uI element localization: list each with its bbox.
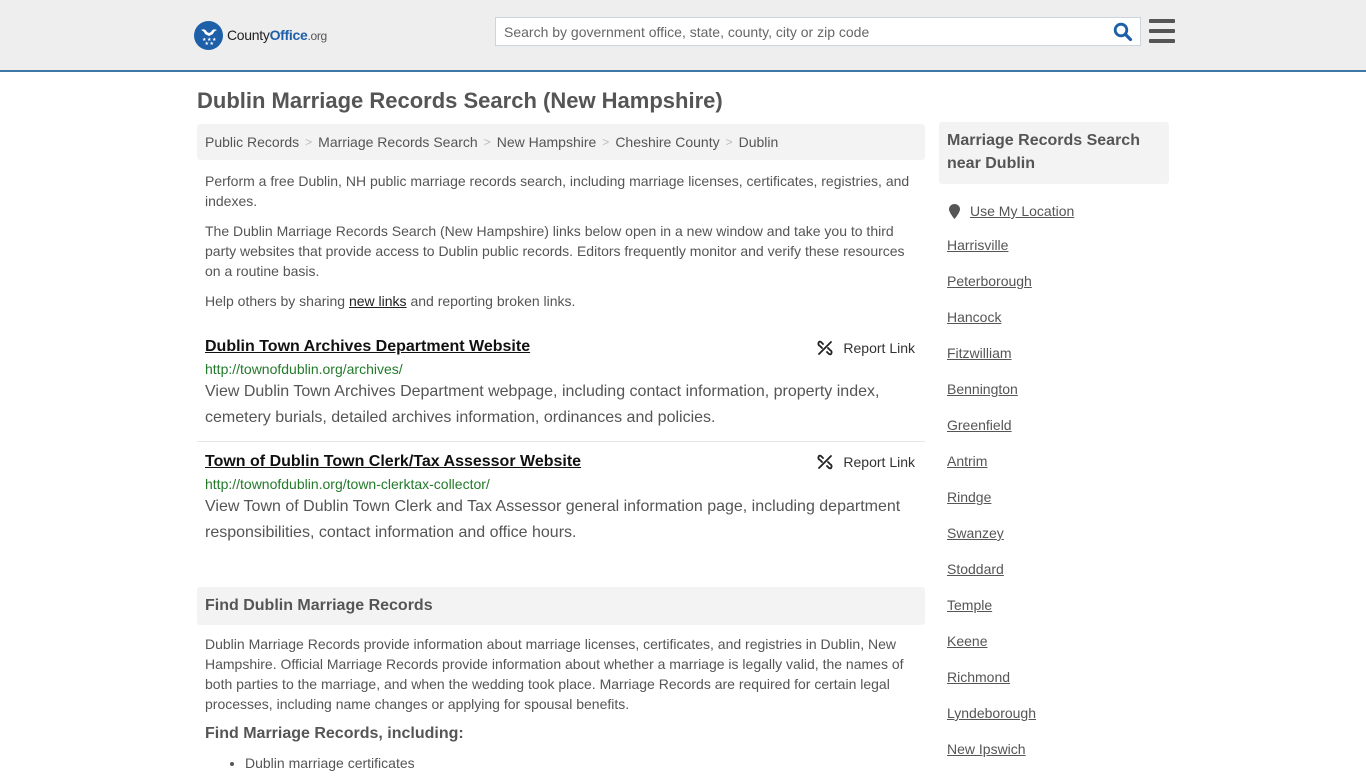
nearby-city-link[interactable]: Lyndeborough bbox=[947, 705, 1169, 741]
listing-url[interactable]: http://townofdublin.org/archives/ bbox=[205, 361, 917, 378]
listing-item: Dublin Town Archives Department Website … bbox=[197, 331, 925, 442]
broken-link-icon bbox=[817, 454, 833, 470]
site-search bbox=[495, 17, 1141, 46]
intro-text: Perform a free Dublin, NH public marriag… bbox=[197, 171, 925, 311]
map-pin-icon bbox=[949, 203, 960, 219]
breadcrumb-separator: > bbox=[602, 135, 610, 149]
nearby-city-link[interactable]: Fitzwilliam bbox=[947, 345, 1169, 381]
nearby-city-link[interactable]: Rindge bbox=[947, 489, 1169, 525]
breadcrumb-separator: > bbox=[305, 135, 313, 149]
nearby-city-link[interactable]: Stoddard bbox=[947, 561, 1169, 597]
sidebar-heading: Marriage Records Search near Dublin bbox=[939, 122, 1169, 184]
breadcrumb-public-records[interactable]: Public Records bbox=[205, 134, 299, 150]
use-location-row: Use My Location bbox=[939, 203, 1169, 219]
listing-description: View Dublin Town Archives Department web… bbox=[205, 383, 880, 426]
breadcrumb-separator: > bbox=[725, 135, 733, 149]
nearby-city-link[interactable]: Greenfield bbox=[947, 417, 1169, 453]
new-links-link[interactable]: new links bbox=[349, 293, 407, 309]
nearby-city-link[interactable]: Swanzey bbox=[947, 525, 1169, 561]
listing-description: View Town of Dublin Town Clerk and Tax A… bbox=[205, 498, 901, 541]
nearby-cities-list: Harrisville Peterborough Hancock Fitzwil… bbox=[939, 237, 1169, 777]
eagle-stars-logo-icon: ★ ★ ★ ★ ★ bbox=[194, 20, 223, 50]
hamburger-menu-icon[interactable] bbox=[1149, 19, 1175, 43]
intro-paragraph: Perform a free Dublin, NH public marriag… bbox=[205, 173, 910, 209]
nearby-city-link[interactable]: New Ipswich bbox=[947, 741, 1169, 777]
report-link-button[interactable]: Report Link bbox=[817, 340, 915, 356]
breadcrumb-dublin[interactable]: Dublin bbox=[739, 134, 779, 150]
nearby-city-link[interactable]: Harrisville bbox=[947, 237, 1169, 273]
listing-url[interactable]: http://townofdublin.org/town-clerktax-co… bbox=[205, 476, 917, 493]
search-button[interactable] bbox=[1106, 18, 1140, 45]
nearby-city-link[interactable]: Richmond bbox=[947, 669, 1169, 705]
sidebar: Marriage Records Search near Dublin Use … bbox=[939, 122, 1169, 777]
breadcrumb-new-hampshire[interactable]: New Hampshire bbox=[497, 134, 597, 150]
search-input[interactable] bbox=[496, 18, 1106, 45]
find-records-subheading: Find Marriage Records, including: bbox=[205, 725, 464, 742]
svg-text:★: ★ bbox=[209, 41, 214, 46]
report-link-button[interactable]: Report Link bbox=[817, 454, 915, 470]
nearby-city-link[interactable]: Antrim bbox=[947, 453, 1169, 489]
listing-item: Town of Dublin Town Clerk/Tax Assessor W… bbox=[197, 442, 925, 546]
find-records-heading: Find Dublin Marriage Records bbox=[197, 587, 925, 625]
breadcrumb: Public Records > Marriage Records Search… bbox=[197, 124, 925, 160]
main-content: Public Records > Marriage Records Search… bbox=[197, 124, 925, 773]
nearby-city-link[interactable]: Hancock bbox=[947, 309, 1169, 345]
records-list-item: Dublin marriage certificates bbox=[245, 753, 925, 773]
logo-link[interactable]: ★ ★ ★ ★ ★ CountyOffice.org bbox=[194, 20, 327, 50]
nearby-city-link[interactable]: Temple bbox=[947, 597, 1169, 633]
breadcrumb-separator: > bbox=[483, 135, 491, 149]
nearby-city-link[interactable]: Keene bbox=[947, 633, 1169, 669]
nearby-city-link[interactable]: Peterborough bbox=[947, 273, 1169, 309]
broken-link-icon bbox=[817, 340, 833, 356]
nearby-city-link[interactable]: Bennington bbox=[947, 381, 1169, 417]
listing-title-link[interactable]: Town of Dublin Town Clerk/Tax Assessor W… bbox=[205, 452, 581, 472]
logo-wordmark: CountyOffice.org bbox=[227, 27, 327, 43]
share-links-paragraph: Help others by sharing new links and rep… bbox=[205, 293, 576, 309]
intro-paragraph: The Dublin Marriage Records Search (New … bbox=[205, 223, 905, 279]
page-title: Dublin Marriage Records Search (New Hamp… bbox=[197, 88, 723, 113]
breadcrumb-cheshire-county[interactable]: Cheshire County bbox=[615, 134, 719, 150]
listing-title-link[interactable]: Dublin Town Archives Department Website bbox=[205, 337, 530, 357]
search-icon bbox=[1113, 22, 1133, 41]
find-records-description: Dublin Marriage Records provide informat… bbox=[205, 636, 904, 712]
use-my-location-link[interactable]: Use My Location bbox=[970, 203, 1074, 219]
site-header: ★ ★ ★ ★ ★ CountyOffice.org bbox=[0, 0, 1366, 72]
records-list: Dublin marriage certificates bbox=[197, 753, 925, 773]
breadcrumb-marriage-records-search[interactable]: Marriage Records Search bbox=[318, 134, 478, 150]
